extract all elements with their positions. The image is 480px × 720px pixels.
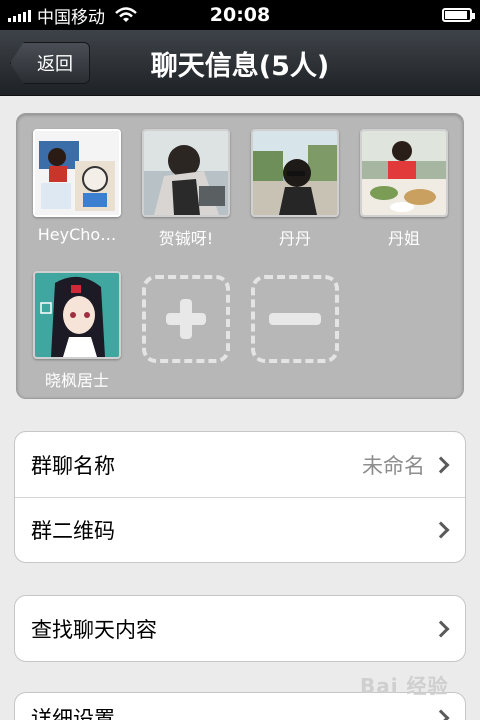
status-bar: 中国移动 20:08	[0, 0, 480, 30]
group-qr-label: 群二维码	[31, 519, 115, 543]
group-name-value: 未命名	[362, 453, 425, 478]
member-avatar[interactable]	[251, 129, 339, 217]
member-avatar[interactable]	[33, 271, 121, 359]
search-chat-label: 查找聊天内容	[31, 617, 157, 642]
member-item[interactable]: 贺铖呀!	[142, 129, 230, 249]
group-name-label: 群聊名称	[31, 453, 115, 478]
wifi-icon	[115, 7, 137, 22]
member-item[interactable]: 丹姐	[360, 129, 448, 249]
status-time: 20:08	[209, 4, 271, 26]
chevron-right-icon	[432, 521, 450, 539]
member-avatar[interactable]	[360, 129, 448, 217]
avatar-danjie-image	[362, 131, 446, 215]
member-item[interactable]: 晓枫居士	[33, 271, 121, 391]
back-button[interactable]: 返回	[10, 42, 90, 84]
member-name: 丹丹	[278, 229, 311, 248]
chevron-right-icon	[432, 709, 450, 720]
detail-settings-label: 详细设置	[31, 706, 115, 720]
member-avatar[interactable]	[33, 129, 121, 217]
member-name: HeyCho…	[37, 225, 117, 244]
member-item[interactable]: HeyCho…	[33, 129, 121, 244]
group-info-section: 群聊名称 未命名 群二维码	[14, 431, 466, 563]
add-member-button[interactable]	[142, 275, 230, 363]
signal-icon	[8, 8, 31, 22]
search-chat-row[interactable]: 查找聊天内容	[15, 596, 465, 661]
avatar-xiaofeng-image	[35, 273, 119, 357]
member-name: 晓枫居士	[44, 371, 109, 390]
group-qr-row[interactable]: 群二维码	[15, 497, 465, 562]
avatar-hechengya-image	[144, 131, 228, 215]
member-item[interactable]: 丹丹	[251, 129, 339, 249]
carrier-name: 中国移动	[37, 7, 105, 28]
watermark: Bai 经验	[360, 674, 449, 698]
chevron-right-icon	[432, 620, 450, 637]
member-avatar[interactable]	[142, 129, 230, 217]
avatar-heychou-image	[35, 131, 119, 215]
search-section: 查找聊天内容	[14, 595, 466, 662]
status-left: 中国移动	[8, 3, 137, 28]
battery-icon	[442, 8, 475, 22]
chevron-right-icon	[432, 456, 450, 473]
remove-member-button[interactable]	[251, 275, 339, 363]
members-panel: HeyCho… 贺铖呀! 丹丹 丹姐 晓枫居士	[16, 113, 464, 399]
minus-icon	[269, 313, 321, 325]
member-name: 丹姐	[387, 229, 420, 248]
group-name-row[interactable]: 群聊名称 未命名	[15, 432, 465, 497]
nav-bar: 聊天信息(5人) 返回	[0, 30, 480, 96]
member-name: 贺铖呀!	[158, 229, 214, 248]
avatar-dandan-image	[253, 131, 337, 215]
